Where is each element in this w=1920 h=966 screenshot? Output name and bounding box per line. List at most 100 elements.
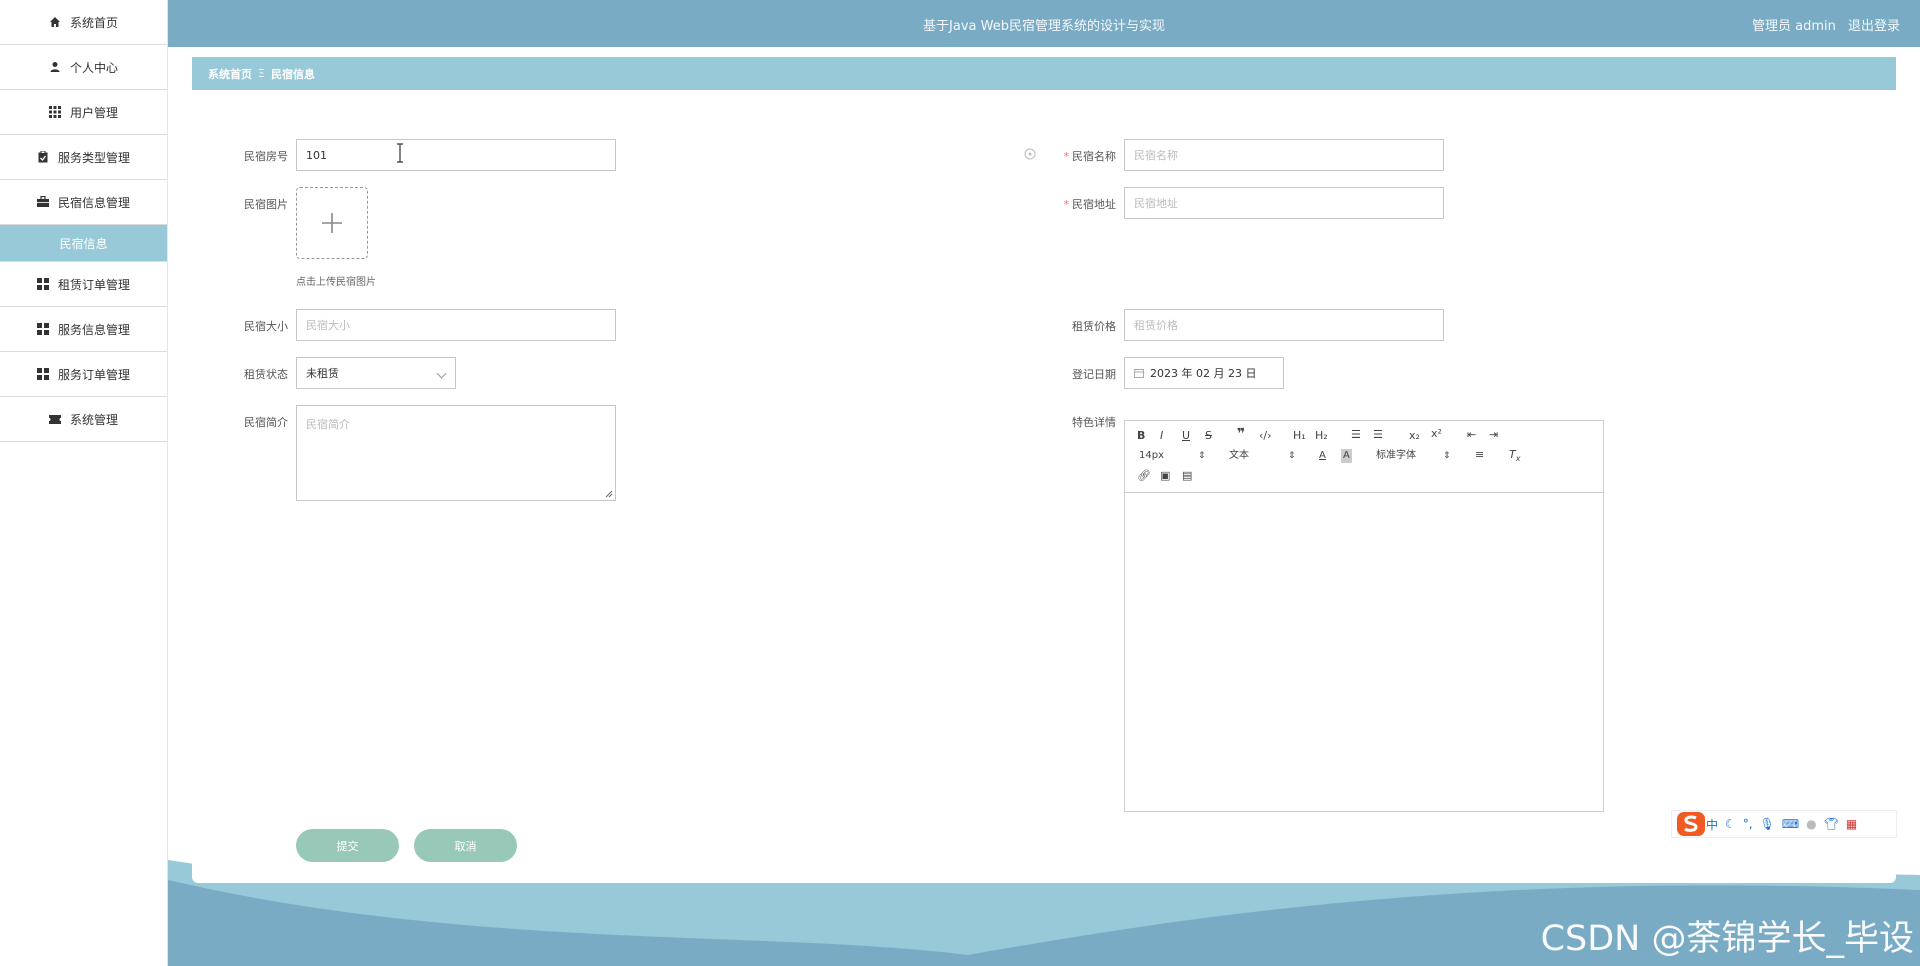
user-icon xyxy=(49,61,61,73)
sidebar-item-service-info[interactable]: 服务信息管理 xyxy=(0,307,167,352)
text-type-select[interactable]: 文本 xyxy=(1229,449,1249,463)
resize-grip-icon[interactable] xyxy=(605,490,613,498)
sidebar-item-home[interactable]: 系统首页 xyxy=(0,0,167,45)
sidebar-item-label: 民宿信息管理 xyxy=(57,195,130,210)
sidebar-item-homestay-mgmt[interactable]: 民宿信息管理 xyxy=(0,180,167,225)
shirt-icon[interactable]: 👕︎ xyxy=(1824,817,1839,831)
strike-button[interactable]: S xyxy=(1205,429,1212,443)
grid4-icon xyxy=(36,323,49,335)
background-color-icon[interactable]: A xyxy=(1341,449,1352,463)
name-input[interactable]: 民宿名称 xyxy=(1124,139,1444,171)
apps-icon[interactable]: ▦ xyxy=(1846,817,1857,831)
ime-lang[interactable]: 中 xyxy=(1706,816,1718,833)
size-label: 民宿大小 xyxy=(244,320,288,333)
user-area: 管理员 admin 退出登录 xyxy=(1744,15,1900,34)
clipboard-icon xyxy=(37,151,49,163)
sidebar-item-service-orders[interactable]: 服务订单管理 xyxy=(0,352,167,397)
breadcrumb-separator: Ξ xyxy=(258,67,265,80)
address-label: * 民宿地址 xyxy=(1063,198,1117,211)
cancel-button[interactable]: 取消 xyxy=(414,829,517,862)
intro-label: 民宿简介 xyxy=(244,416,288,429)
chevron-down-icon xyxy=(436,368,447,379)
grid4-icon xyxy=(36,278,49,290)
italic-button[interactable]: I xyxy=(1160,429,1163,443)
align-icon[interactable]: ≡ xyxy=(1475,448,1484,462)
size-input[interactable]: 民宿大小 xyxy=(296,309,616,341)
sidebar-item-profile[interactable]: 个人中心 xyxy=(0,45,167,90)
sidebar-item-label: 服务信息管理 xyxy=(57,322,130,337)
status-label: 租赁状态 xyxy=(244,368,288,381)
blockquote-icon[interactable]: ❞ xyxy=(1237,427,1245,441)
home-icon xyxy=(49,16,61,28)
indent-icon[interactable]: ⇥ xyxy=(1489,428,1498,442)
h2-button[interactable]: H₂ xyxy=(1315,429,1328,443)
sidebar-item-rental-orders[interactable]: 租赁订单管理 xyxy=(0,262,167,307)
text-cursor-icon xyxy=(397,143,403,163)
plus-icon xyxy=(322,213,342,233)
video-icon[interactable]: ▤ xyxy=(1182,469,1192,483)
date-value: 2023 年 02 月 23 日 xyxy=(1150,367,1257,380)
image-icon[interactable]: ▣ xyxy=(1160,469,1170,483)
app-title: 基于Java Web民宿管理系统的设计与实现 xyxy=(923,19,1165,34)
image-upload[interactable] xyxy=(296,187,368,259)
font-family-select[interactable]: 标准字体 xyxy=(1376,449,1416,463)
sidebar-item-label: 民宿信息 xyxy=(59,236,108,251)
superscript-button[interactable]: x² xyxy=(1431,427,1442,441)
clear-format-icon[interactable]: Tx xyxy=(1509,448,1520,466)
font-size-arrows-icon: ⇕ xyxy=(1198,451,1206,461)
intro-textarea[interactable]: 民宿简介 xyxy=(296,405,616,501)
moon-icon[interactable]: ☾ xyxy=(1725,817,1736,831)
address-input[interactable]: 民宿地址 xyxy=(1124,187,1444,219)
breadcrumb-home[interactable]: 系统首页 xyxy=(208,66,252,82)
ime-toolbar: 中 ☾ °, 🎙︎ ⌨ ● 👕︎ ▦ xyxy=(1671,810,1897,838)
sidebar-item-homestay-info[interactable]: 民宿信息 xyxy=(0,225,167,262)
ordered-list-icon[interactable]: ☰ xyxy=(1351,428,1361,442)
code-icon[interactable]: ‹/› xyxy=(1259,429,1272,443)
watermark: CSDN @荼锦学长_毕设 xyxy=(1540,919,1914,959)
h1-button[interactable]: H₁ xyxy=(1293,429,1306,443)
link-icon[interactable]: 🔗︎ xyxy=(1137,469,1151,483)
font-family-arrows-icon: ⇕ xyxy=(1443,451,1451,461)
grid4-icon xyxy=(36,368,49,380)
sidebar-item-label: 服务订单管理 xyxy=(57,367,130,382)
calendar-icon xyxy=(1134,369,1144,378)
status-select[interactable]: 未租赁 xyxy=(296,357,456,389)
sidebar-item-label: 个人中心 xyxy=(69,60,118,75)
sidebar-item-service-types[interactable]: 服务类型管理 xyxy=(0,135,167,180)
font-color-icon[interactable]: A xyxy=(1319,449,1326,463)
date-picker[interactable]: 2023 年 02 月 23 日 xyxy=(1124,357,1284,389)
date-label: 登记日期 xyxy=(1072,368,1116,381)
subscript-button[interactable]: x₂ xyxy=(1409,429,1420,443)
rich-text-editor: B I U S ❞ ‹/› H₁ H₂ ☰ ☰ x₂ x² ⇤ ⇥ 14px ⇕… xyxy=(1124,420,1604,812)
bullet-list-icon[interactable]: ☰ xyxy=(1373,428,1383,442)
underline-button[interactable]: U xyxy=(1182,429,1190,443)
breadcrumb: 系统首页 Ξ 民宿信息 xyxy=(192,57,1896,90)
intro-placeholder: 民宿简介 xyxy=(306,418,350,431)
details-label: 特色详情 xyxy=(1072,416,1116,429)
font-size-select[interactable]: 14px xyxy=(1139,449,1164,463)
outdent-icon[interactable]: ⇤ xyxy=(1467,428,1476,442)
breadcrumb-current: 民宿信息 xyxy=(270,67,315,81)
upload-hint: 点击上传民宿图片 xyxy=(296,277,376,288)
sidebar-item-label: 系统首页 xyxy=(69,15,118,30)
avatar-icon[interactable]: ● xyxy=(1806,817,1816,831)
username: 管理员 admin xyxy=(1751,19,1836,34)
grid-icon xyxy=(48,106,61,118)
logout-link[interactable]: 退出登录 xyxy=(1848,19,1900,34)
price-input[interactable]: 租赁价格 xyxy=(1124,309,1444,341)
microphone-icon[interactable]: 🎙︎ xyxy=(1760,817,1775,831)
price-label: 租赁价格 xyxy=(1072,320,1116,333)
sidebar-item-label: 系统管理 xyxy=(69,412,118,427)
punctuation-icon[interactable]: °, xyxy=(1743,817,1753,831)
submit-button[interactable]: 提交 xyxy=(296,829,399,862)
bold-button[interactable]: B xyxy=(1137,429,1145,443)
sidebar-item-system[interactable]: 系统管理 xyxy=(0,397,167,442)
sidebar-item-label: 租赁订单管理 xyxy=(57,277,130,292)
image-label: 民宿图片 xyxy=(244,198,288,211)
room-no-input[interactable]: 101 xyxy=(296,139,616,171)
sidebar-item-label: 用户管理 xyxy=(69,105,118,120)
editor-toolbar: B I U S ❞ ‹/› H₁ H₂ ☰ ☰ x₂ x² ⇤ ⇥ 14px ⇕… xyxy=(1125,421,1603,493)
text-type-arrows-icon: ⇕ xyxy=(1288,451,1296,461)
keyboard-icon[interactable]: ⌨ xyxy=(1782,817,1799,831)
sidebar-item-users[interactable]: 用户管理 xyxy=(0,90,167,135)
